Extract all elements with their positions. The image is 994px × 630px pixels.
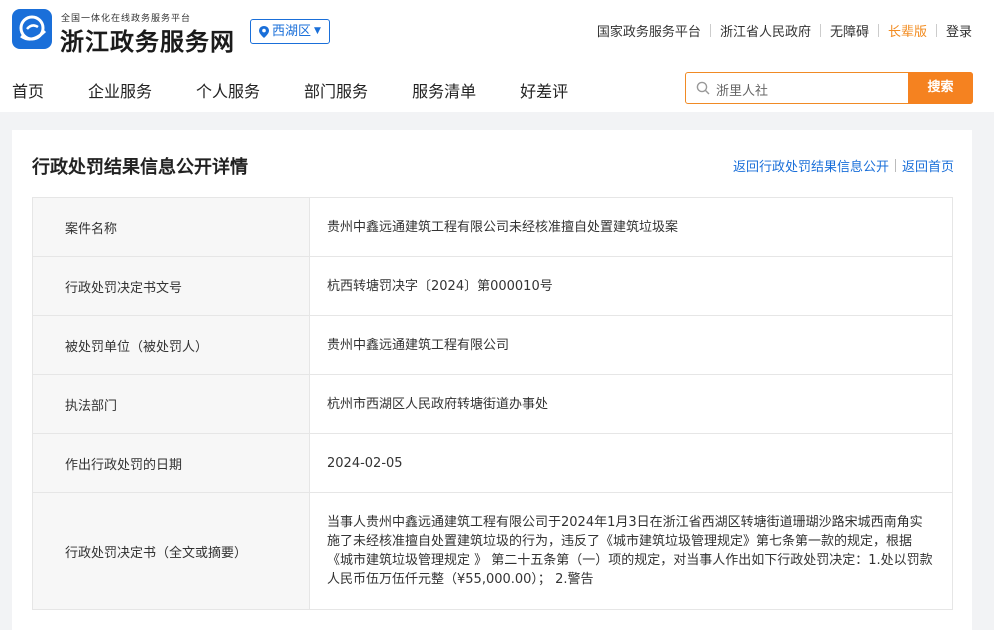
nav-item-enterprise[interactable]: 企业服务 (88, 78, 152, 102)
table-row: 行政处罚决定书文号 杭西转塘罚决字〔2024〕第000010号 (33, 257, 953, 316)
divider (935, 24, 937, 37)
main-nav: 首页 企业服务 个人服务 部门服务 服务清单 好差评 (12, 78, 612, 102)
row-value: 贵州中鑫远通建筑工程有限公司 (310, 316, 953, 374)
table-row: 执法部门 杭州市西湖区人民政府转塘街道办事处 (33, 375, 953, 434)
detail-table: 案件名称 贵州中鑫远通建筑工程有限公司未经核准擅自处置建筑垃圾案 行政处罚决定书… (32, 197, 953, 610)
link-national-platform[interactable]: 国家政务服务平台 (597, 21, 701, 40)
site-header: 全国一体化在线政务服务平台 浙江政务服务网 西湖区 ▼ 国家政务服务平台 浙江省… (0, 0, 994, 112)
table-row: 案件名称 贵州中鑫远通建筑工程有限公司未经核准擅自处置建筑垃圾案 (33, 198, 953, 257)
row-label: 行政处罚决定书文号 (33, 257, 310, 315)
row-label: 执法部门 (33, 375, 310, 433)
caret-down-icon: ▼ (314, 26, 321, 36)
row-label: 作出行政处罚的日期 (33, 434, 310, 492)
row-label: 案件名称 (33, 198, 310, 256)
link-accessibility[interactable]: 无障碍 (830, 21, 869, 40)
divider (709, 24, 711, 37)
search-box: 浙里人社 搜索 (685, 72, 973, 104)
search-button[interactable]: 搜索 (908, 72, 973, 104)
link-elder-mode[interactable]: 长辈版 (888, 21, 927, 40)
nav-item-department[interactable]: 部门服务 (304, 78, 368, 102)
link-provincial-government[interactable]: 浙江省人民政府 (720, 21, 811, 40)
site-logo-icon[interactable] (12, 9, 52, 49)
divider (877, 24, 879, 37)
table-row: 被处罚单位（被处罚人） 贵州中鑫远通建筑工程有限公司 (33, 316, 953, 375)
link-login[interactable]: 登录 (946, 21, 972, 40)
region-selector[interactable]: 西湖区 ▼ (250, 19, 330, 44)
row-value: 杭州市西湖区人民政府转塘街道办事处 (310, 375, 953, 433)
table-row: 行政处罚决定书（全文或摘要） 当事人贵州中鑫远通建筑工程有限公司于2024年1月… (33, 493, 953, 610)
row-label: 被处罚单位（被处罚人） (33, 316, 310, 374)
nav-item-rating[interactable]: 好差评 (520, 78, 568, 102)
nav-item-service-list[interactable]: 服务清单 (412, 78, 476, 102)
nav-item-home[interactable]: 首页 (12, 78, 44, 102)
row-value: 杭西转塘罚决字〔2024〕第000010号 (310, 257, 953, 315)
row-label: 行政处罚决定书（全文或摘要） (33, 493, 310, 609)
row-value: 当事人贵州中鑫远通建筑工程有限公司于2024年1月3日在浙江省西湖区转塘街道珊瑚… (310, 493, 953, 609)
location-pin-icon (259, 25, 269, 38)
detail-card: 行政处罚结果信息公开详情 返回行政处罚结果信息公开 返回首页 案件名称 贵州中鑫… (12, 130, 972, 630)
search-input[interactable]: 浙里人社 (716, 80, 768, 99)
back-to-home-link[interactable]: 返回首页 (902, 156, 954, 175)
row-value: 贵州中鑫远通建筑工程有限公司未经核准擅自处置建筑垃圾案 (310, 198, 953, 256)
divider (894, 159, 896, 172)
divider (819, 24, 821, 37)
table-row: 作出行政处罚的日期 2024-02-05 (33, 434, 953, 493)
site-name[interactable]: 浙江政务服务网 (60, 22, 235, 57)
back-links: 返回行政处罚结果信息公开 返回首页 (733, 156, 954, 175)
row-value: 2024-02-05 (310, 434, 953, 492)
top-links: 国家政务服务平台 浙江省人民政府 无障碍 长辈版 登录 (597, 21, 972, 40)
back-to-list-link[interactable]: 返回行政处罚结果信息公开 (733, 156, 889, 175)
page-title: 行政处罚结果信息公开详情 (32, 157, 248, 178)
search-icon (696, 81, 710, 95)
region-label: 西湖区 (272, 24, 312, 39)
nav-item-personal[interactable]: 个人服务 (196, 78, 260, 102)
